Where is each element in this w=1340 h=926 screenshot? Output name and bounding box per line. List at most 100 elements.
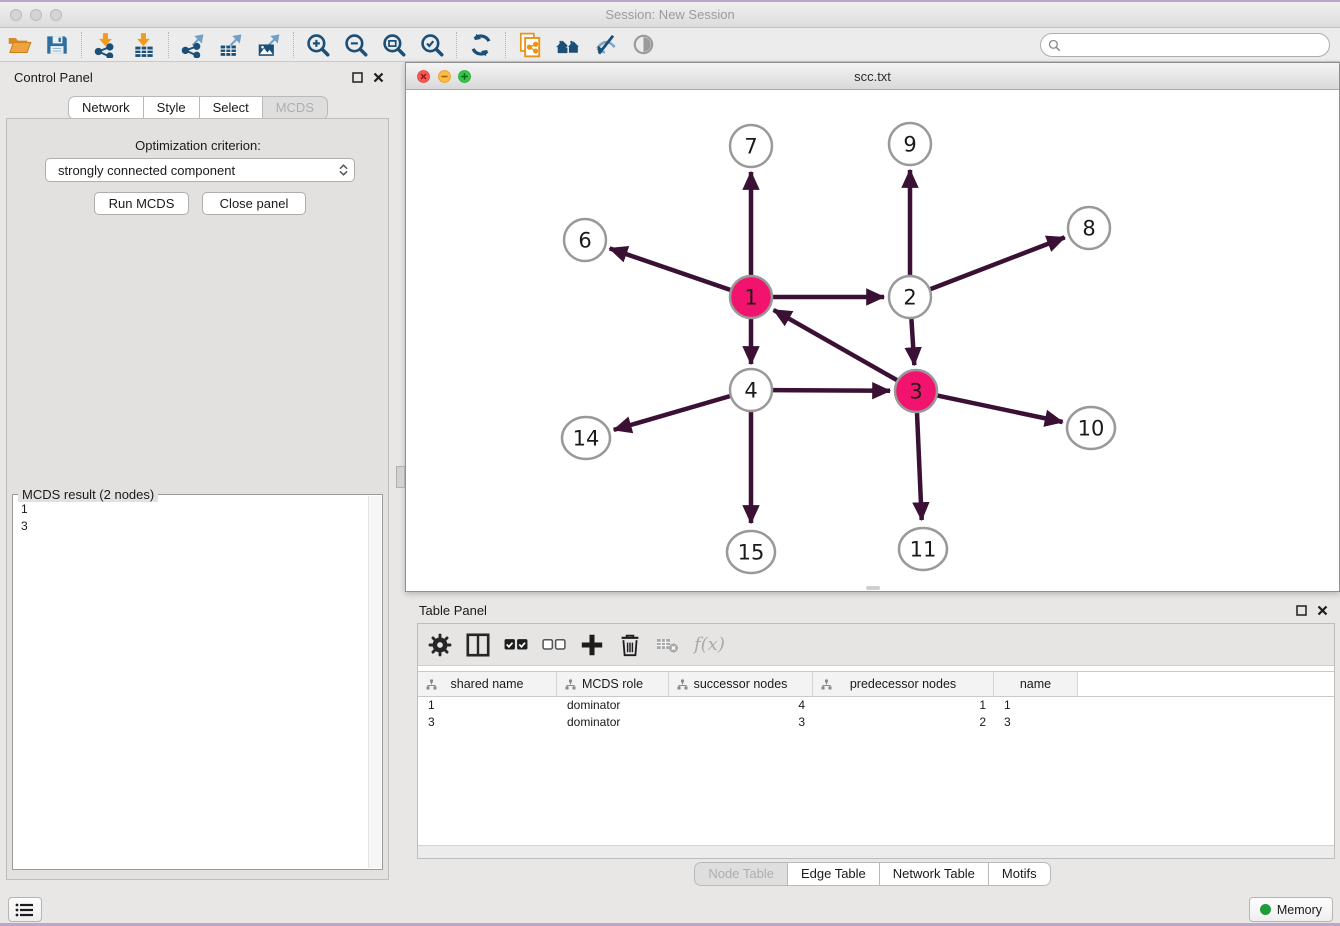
export-table-button[interactable]	[212, 30, 250, 60]
refresh-button[interactable]	[462, 30, 500, 60]
graph-edge-3-10[interactable]	[938, 396, 1063, 422]
show-columns-button[interactable]	[466, 633, 490, 657]
network-graph[interactable]: 7 9 6 8 1 2 4 3 14 10 15 11	[406, 90, 1339, 591]
control-panel-title: Control Panel	[14, 70, 344, 85]
minimize-window-icon[interactable]	[30, 9, 42, 21]
graph-node-14[interactable]: 14	[562, 417, 610, 459]
search-input[interactable]	[1061, 38, 1329, 52]
criterion-select[interactable]: strongly connected component	[45, 158, 355, 182]
open-session-button[interactable]	[0, 30, 38, 60]
search-icon	[1048, 39, 1061, 52]
new-network-from-selection-icon	[517, 32, 543, 58]
graph-node-15[interactable]: 15	[727, 531, 775, 573]
graph-edge-3-1[interactable]	[774, 310, 897, 380]
new-network-from-selection-button[interactable]	[511, 30, 549, 60]
svg-text:8: 8	[1082, 217, 1095, 241]
run-mcds-button[interactable]: Run MCDS	[94, 192, 189, 215]
graph-edge-3-11[interactable]	[917, 413, 922, 520]
close-control-panel-button[interactable]	[370, 69, 386, 85]
column-header-empty	[1078, 672, 1334, 696]
graph-node-3[interactable]: 3	[895, 370, 937, 412]
graph-node-2[interactable]: 2	[889, 276, 931, 318]
memory-button[interactable]: Memory	[1249, 897, 1333, 922]
trash-icon	[618, 633, 642, 657]
export-image-button[interactable]	[250, 30, 288, 60]
tab-node-table[interactable]: Node Table	[694, 862, 788, 886]
import-table-button[interactable]	[125, 30, 163, 60]
graph-node-4[interactable]: 4	[730, 369, 772, 411]
delete-table-button[interactable]	[656, 633, 680, 657]
create-column-button[interactable]	[580, 633, 604, 657]
mcds-result-text[interactable]: 1 3	[13, 499, 367, 867]
network-canvas[interactable]: 7 9 6 8 1 2 4 3 14 10 15 11	[406, 90, 1339, 591]
column-header-successor-nodes[interactable]: successor nodes	[669, 672, 813, 696]
graph-edge-1-6[interactable]	[610, 248, 731, 290]
zoom-in-icon	[305, 32, 331, 58]
close-network-icon[interactable]	[417, 70, 430, 83]
graph-edge-2-3[interactable]	[911, 319, 914, 365]
export-network-button[interactable]	[174, 30, 212, 60]
zoom-out-button[interactable]	[337, 30, 375, 60]
column-header-shared-name[interactable]: shared name	[418, 672, 557, 696]
graph-edge-2-8[interactable]	[931, 237, 1065, 289]
close-icon	[373, 72, 384, 83]
column-header-predecessor-nodes[interactable]: predecessor nodes	[813, 672, 994, 696]
deselect-all-rows-button[interactable]	[542, 633, 566, 657]
table-row[interactable]: 1 dominator 4 1 1	[418, 697, 1334, 714]
zoom-window-icon[interactable]	[50, 9, 62, 21]
table-horizontal-scrollbar[interactable]	[418, 845, 1334, 858]
tab-style[interactable]: Style	[144, 96, 200, 120]
tab-select[interactable]: Select	[200, 96, 263, 120]
show-all-button[interactable]	[625, 30, 663, 60]
toolbar-separator	[81, 32, 82, 58]
panel-splitter-handle[interactable]	[396, 466, 405, 488]
close-window-icon[interactable]	[10, 9, 22, 21]
window-traffic-lights[interactable]	[10, 9, 62, 21]
table-options-button[interactable]	[428, 633, 452, 657]
float-table-panel-button[interactable]	[1293, 602, 1309, 618]
graph-node-11[interactable]: 11	[899, 528, 947, 570]
graph-node-10[interactable]: 10	[1067, 407, 1115, 449]
graph-node-8[interactable]: 8	[1068, 207, 1110, 249]
graph-edge-4-14[interactable]	[614, 396, 730, 430]
graph-node-1[interactable]: 1	[730, 276, 772, 318]
mcds-result-group: MCDS result (2 nodes) 1 3	[12, 494, 383, 870]
search-box[interactable]	[1040, 33, 1330, 57]
float-control-panel-button[interactable]	[349, 69, 365, 85]
table-row[interactable]: 3 dominator 3 2 3	[418, 714, 1334, 731]
tab-motifs[interactable]: Motifs	[989, 862, 1051, 886]
column-header-mcds-role[interactable]: MCDS role	[557, 672, 669, 696]
export-network-icon	[180, 32, 206, 58]
open-folder-icon	[6, 32, 32, 58]
close-table-panel-button[interactable]	[1314, 602, 1330, 618]
result-scrollbar[interactable]	[368, 496, 381, 868]
svg-text:7: 7	[744, 135, 757, 159]
svg-text:10: 10	[1078, 417, 1105, 441]
tab-network-table[interactable]: Network Table	[880, 862, 989, 886]
hide-selected-button[interactable]	[587, 30, 625, 60]
network-window-titlebar[interactable]: scc.txt	[406, 63, 1339, 90]
column-header-name[interactable]: name	[994, 672, 1078, 696]
import-network-button[interactable]	[87, 30, 125, 60]
select-all-rows-button[interactable]	[504, 633, 528, 657]
function-builder-button[interactable]: f(x)	[694, 634, 725, 655]
zoom-selected-button[interactable]	[413, 30, 451, 60]
minimize-network-icon[interactable]	[438, 70, 451, 83]
graph-edge-4-3[interactable]	[773, 390, 890, 391]
zoom-fit-button[interactable]	[375, 30, 413, 60]
graph-node-7[interactable]: 7	[730, 125, 772, 167]
show-task-history-button[interactable]	[8, 897, 42, 922]
tab-mcds[interactable]: MCDS	[263, 96, 328, 120]
delete-columns-button[interactable]	[618, 633, 642, 657]
graph-node-9[interactable]: 9	[889, 123, 931, 165]
save-session-button[interactable]	[38, 30, 76, 60]
zoom-in-button[interactable]	[299, 30, 337, 60]
first-neighbors-button[interactable]	[549, 30, 587, 60]
graph-node-6[interactable]: 6	[564, 219, 606, 261]
close-panel-button[interactable]: Close panel	[202, 192, 306, 215]
network-resize-handle[interactable]	[866, 586, 880, 590]
toolbar-separator	[293, 32, 294, 58]
tab-network[interactable]: Network	[68, 96, 144, 120]
maximize-network-icon[interactable]	[458, 70, 471, 83]
tab-edge-table[interactable]: Edge Table	[788, 862, 880, 886]
